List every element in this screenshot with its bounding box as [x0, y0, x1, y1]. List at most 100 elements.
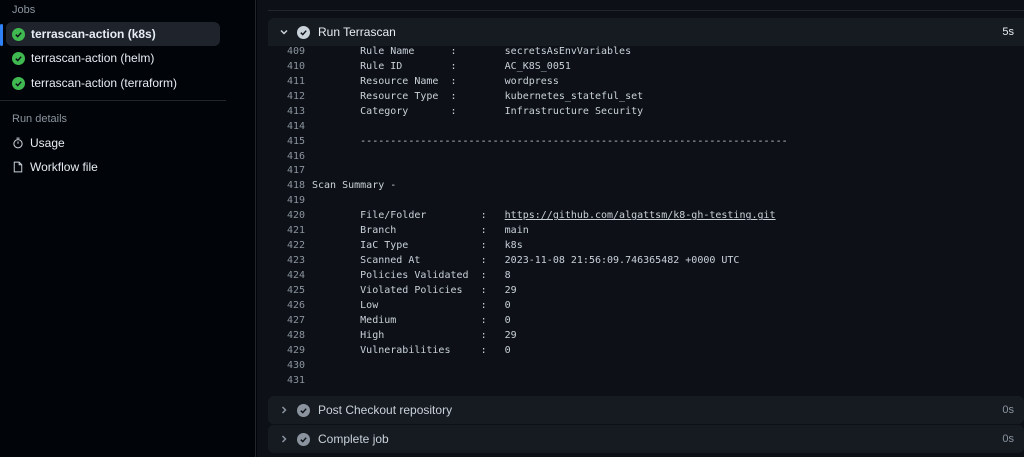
- success-check-icon: [12, 27, 25, 41]
- log-line: 427 Medium : 0: [268, 313, 1024, 328]
- line-number[interactable]: 428: [268, 330, 312, 341]
- log-text: High : 29: [312, 330, 517, 341]
- job-item-helm[interactable]: terrascan-action (helm): [6, 46, 220, 70]
- sidebar: Jobs terrascan-action (k8s) terrascan-ac…: [0, 0, 256, 457]
- step-name: Run Terrascan: [318, 25, 396, 39]
- line-number[interactable]: 415: [268, 136, 312, 147]
- log-text: Low : 0: [312, 300, 511, 311]
- log-text: Branch : main: [312, 225, 529, 236]
- file-icon: [13, 161, 23, 173]
- line-number[interactable]: 424: [268, 270, 312, 281]
- step-run-terrascan[interactable]: Run Terrascan 5s: [268, 18, 1024, 46]
- log-text: Category : Infrastructure Security: [312, 106, 643, 117]
- line-number[interactable]: 409: [268, 46, 312, 57]
- log-text: Scanned At : 2023-11-08 21:56:09.7463654…: [312, 255, 739, 266]
- log-line: 413 Category : Infrastructure Security: [268, 104, 1024, 119]
- job-label: terrascan-action (k8s): [31, 27, 156, 41]
- log-line: 410 Rule ID : AC_K8S_0051: [268, 59, 1024, 74]
- line-number[interactable]: 430: [268, 360, 312, 371]
- job-item-k8s[interactable]: terrascan-action (k8s): [6, 22, 220, 46]
- log-line: 430: [268, 358, 1024, 373]
- log-text-content: Branch : main: [312, 225, 529, 237]
- active-job-indicator: [0, 24, 3, 46]
- step-name: Post Checkout repository: [318, 403, 453, 417]
- line-number[interactable]: 423: [268, 255, 312, 266]
- log-output: 409 Rule Name : secretsAsEnvVariables 410…: [268, 44, 1024, 388]
- chevron-down-icon: [275, 27, 293, 37]
- step-complete-job[interactable]: Complete job 0s: [268, 425, 1024, 453]
- line-number[interactable]: 420: [268, 210, 312, 221]
- workflow-file-link[interactable]: Workflow file: [12, 160, 98, 174]
- job-label: terrascan-action (helm): [31, 51, 155, 65]
- log-text-content: File/Folder :: [312, 210, 505, 222]
- chevron-right-icon: [275, 405, 293, 415]
- log-text: File/Folder : https://github.com/algatts…: [312, 210, 776, 222]
- log-line: 415 ------------------------------------…: [268, 134, 1024, 149]
- job-label: terrascan-action (terraform): [31, 76, 178, 90]
- success-check-icon: [297, 432, 310, 446]
- log-text: Resource Name : wordpress: [312, 76, 559, 87]
- success-check-icon: [297, 25, 310, 39]
- log-text-content: Medium : 0: [312, 314, 511, 326]
- job-item-terraform[interactable]: terrascan-action (terraform): [6, 71, 220, 95]
- line-number[interactable]: 419: [268, 195, 312, 206]
- log-line: 426 Low : 0: [268, 298, 1024, 313]
- log-text-content: Resource Name : wordpress: [312, 75, 559, 87]
- log-text-content: Policies Validated : 8: [312, 270, 511, 282]
- log-line: 419: [268, 193, 1024, 208]
- log-text-content: Vulnerabilities : 0: [312, 344, 511, 356]
- log-line: 431: [268, 373, 1024, 388]
- line-number[interactable]: 412: [268, 91, 312, 102]
- line-number[interactable]: 421: [268, 225, 312, 236]
- repo-link[interactable]: https://github.com/algattsm/k8-gh-testin…: [505, 210, 776, 221]
- success-check-icon: [297, 403, 310, 417]
- line-number[interactable]: 429: [268, 345, 312, 356]
- log-text: Medium : 0: [312, 315, 511, 326]
- log-text-content: Category : Infrastructure Security: [312, 105, 644, 117]
- log-text-content: Scan Summary -: [312, 180, 397, 192]
- line-number[interactable]: 427: [268, 315, 312, 326]
- job-log-panel: Run Terrascan 5s 409 Rule Name : secrets…: [257, 0, 1024, 457]
- line-number[interactable]: 426: [268, 300, 312, 311]
- log-text: IaC Type : k8s: [312, 240, 523, 251]
- log-text-content: Scanned At : 2023-11-08 21:56:09.7463654…: [312, 255, 740, 267]
- log-text: ----------------------------------------…: [312, 136, 787, 147]
- line-number[interactable]: 416: [268, 151, 312, 162]
- success-check-icon: [12, 51, 25, 65]
- usage-link[interactable]: Usage: [12, 136, 65, 150]
- line-number[interactable]: 422: [268, 240, 312, 251]
- line-number[interactable]: 425: [268, 285, 312, 296]
- line-number[interactable]: 413: [268, 106, 312, 117]
- log-text-content: Rule ID : AC_K8S_0051: [312, 60, 571, 72]
- log-text-content: Violated Policies : 29: [312, 284, 517, 296]
- log-text: Scan Summary -: [312, 180, 396, 191]
- line-number[interactable]: 418: [268, 180, 312, 191]
- log-text-content: Resource Type : kubernetes_stateful_set: [312, 90, 644, 102]
- log-text-content: High : 29: [312, 329, 517, 341]
- log-line: 412 Resource Type : kubernetes_stateful_…: [268, 89, 1024, 104]
- step-duration: 5s: [1002, 26, 1014, 38]
- line-number[interactable]: 410: [268, 61, 312, 72]
- log-line: 418 Scan Summary -: [268, 178, 1024, 193]
- log-line: 423 Scanned At : 2023-11-08 21:56:09.746…: [268, 253, 1024, 268]
- success-check-icon: [12, 76, 25, 90]
- line-number[interactable]: 411: [268, 76, 312, 87]
- log-text: Vulnerabilities : 0: [312, 345, 511, 356]
- header-divider: [268, 10, 1024, 11]
- step-duration: 0s: [1002, 404, 1014, 416]
- log-line: 414: [268, 119, 1024, 134]
- log-line: 424 Policies Validated : 8: [268, 268, 1024, 283]
- log-line: 416: [268, 149, 1024, 164]
- log-text: Resource Type : kubernetes_stateful_set: [312, 91, 643, 102]
- line-number[interactable]: 414: [268, 121, 312, 132]
- log-line: 411 Resource Name : wordpress: [268, 74, 1024, 89]
- log-line: 428 High : 29: [268, 328, 1024, 343]
- line-number[interactable]: 417: [268, 165, 312, 176]
- sidebar-divider: [0, 100, 226, 101]
- stopwatch-icon: [13, 137, 23, 149]
- run-details-heading: Run details: [12, 113, 68, 125]
- log-line: 409 Rule Name : secretsAsEnvVariables: [268, 44, 1024, 59]
- step-post-checkout[interactable]: Post Checkout repository 0s: [268, 396, 1024, 424]
- log-line: 422 IaC Type : k8s: [268, 238, 1024, 253]
- line-number[interactable]: 431: [268, 375, 312, 386]
